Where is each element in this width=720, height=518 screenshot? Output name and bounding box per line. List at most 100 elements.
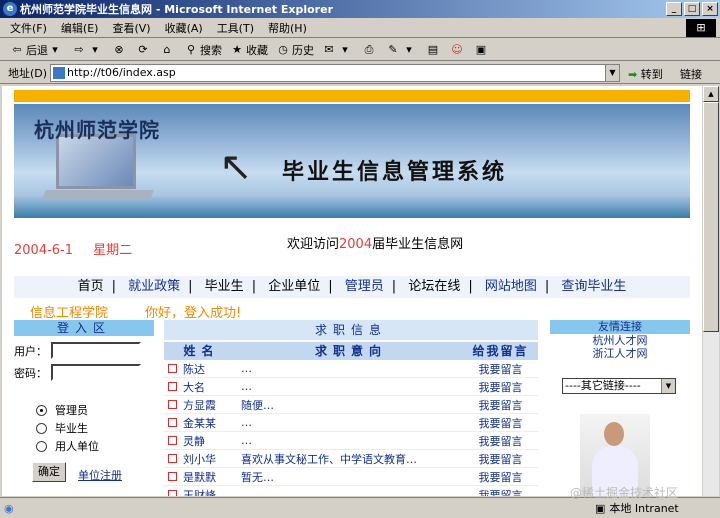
school-name: 杭州师范学院	[34, 118, 160, 142]
menu-favorites[interactable]: 收藏(A)	[165, 20, 203, 36]
current-weekday: 星期二	[93, 243, 133, 258]
job-table-header: 姓名 求职意向 给我留言	[164, 342, 538, 360]
back-button[interactable]: ⇦ 后退 ▾	[10, 42, 64, 58]
scroll-up-icon[interactable]: ▲	[703, 86, 719, 102]
job-name-cell[interactable]: 大名	[164, 379, 239, 395]
leave-message-link[interactable]: 我要留言	[463, 379, 538, 395]
nav-companies[interactable]: 企业单位	[268, 279, 320, 294]
job-name: 灵静	[183, 434, 205, 448]
go-button[interactable]: ➡ 转到	[628, 66, 663, 82]
leave-message-link[interactable]: 我要留言	[463, 487, 538, 497]
tool-button[interactable]: ▣	[474, 43, 490, 57]
nav-sitemap[interactable]: 网站地图	[485, 279, 537, 294]
role-admin-label: 管理员	[55, 404, 88, 417]
job-intent[interactable]: 喜欢从事文秘工作、中学语文教育…	[239, 451, 463, 467]
menu-view[interactable]: 查看(V)	[112, 20, 150, 36]
chevron-down-icon: ▾	[406, 42, 412, 56]
job-intent[interactable]: 暂无…	[239, 469, 463, 485]
role-admin[interactable]: 管理员	[36, 402, 88, 418]
maximize-button[interactable]: □	[684, 2, 700, 16]
stop-icon: ⊗	[114, 42, 124, 56]
messenger-button[interactable]: ☺	[450, 43, 466, 57]
job-intent[interactable]: …	[239, 416, 463, 429]
mail-icon: ✉	[324, 42, 334, 56]
job-name-cell[interactable]: 方显霞	[164, 397, 239, 413]
role-employer-radio[interactable]	[36, 440, 47, 452]
link-zhejiang-talent[interactable]: 浙江人才网	[550, 347, 690, 360]
leave-message-link[interactable]: 我要留言	[463, 415, 538, 431]
nav-policy[interactable]: 就业政策	[128, 279, 180, 294]
refresh-button[interactable]: ⟳	[136, 43, 152, 57]
bullet-square-icon	[168, 382, 177, 391]
username-input[interactable]	[51, 342, 141, 359]
page-viewport: 杭州师范学院 ↖ 毕业生信息管理系统 2004-6-1 星期二 欢迎访问2004…	[2, 86, 702, 496]
nav-graduates[interactable]: 毕业生	[205, 279, 244, 294]
job-row: 金某某 … 我要留言	[164, 414, 538, 432]
stop-button[interactable]: ⊗	[112, 43, 128, 57]
history-icon: ◷	[278, 42, 288, 56]
mail-button[interactable]: ✉ ▾	[322, 43, 354, 57]
username-label: 用户：	[14, 344, 47, 358]
links-button[interactable]: 链接	[680, 66, 702, 82]
job-intent[interactable]: 随便…	[239, 397, 463, 413]
job-intent[interactable]: …	[239, 434, 463, 447]
address-dropdown-icon[interactable]: ▼	[605, 65, 619, 81]
menu-file[interactable]: 文件(F)	[10, 20, 47, 36]
address-input[interactable]: http://t06/index.asp ▼	[50, 64, 620, 82]
job-row: 陈达 … 我要留言	[164, 360, 538, 378]
discuss-button[interactable]: ▤	[426, 43, 442, 57]
employer-register-link[interactable]: 单位注册	[78, 467, 122, 483]
leave-message-link[interactable]: 我要留言	[463, 397, 538, 413]
job-intent[interactable]: …	[239, 380, 463, 393]
job-intent[interactable]: …	[239, 488, 463, 496]
link-hangzhou-talent[interactable]: 杭州人才网	[550, 334, 690, 347]
role-graduate[interactable]: 毕业生	[36, 420, 88, 436]
nav-forum[interactable]: 论坛在线	[408, 279, 460, 294]
menu-edit[interactable]: 编辑(E)	[61, 20, 99, 36]
forward-button[interactable]: ⇨ ▾	[72, 43, 104, 57]
leave-message-link[interactable]: 我要留言	[463, 361, 538, 377]
edit-button[interactable]: ✎ ▾	[386, 43, 418, 57]
refresh-icon: ⟳	[138, 42, 148, 56]
home-button[interactable]: ⌂	[160, 43, 176, 57]
scroll-thumb[interactable]	[703, 102, 719, 332]
status-zone-label: 本地 Intranet	[609, 502, 679, 515]
job-name-cell[interactable]: 灵静	[164, 433, 239, 449]
menu-tools[interactable]: 工具(T)	[217, 20, 254, 36]
window-controls: _ □ ×	[666, 2, 718, 16]
search-button[interactable]: ⚲ 搜索	[184, 42, 222, 58]
login-submit-button[interactable]: 确定	[32, 462, 66, 482]
vertical-scrollbar[interactable]: ▲	[703, 86, 719, 496]
password-label: 密码：	[14, 366, 47, 380]
job-name-cell[interactable]: 王财峰	[164, 487, 239, 497]
menu-help[interactable]: 帮助(H)	[268, 20, 307, 36]
toolbar: ⇦ 后退 ▾ ⇨ ▾ ⊗ ⟳ ⌂ ⚲ 搜索 ★ 收藏 ◷ 历史 ✉ ▾ ⎙ ✎ ▾ …	[0, 39, 720, 61]
job-name-cell[interactable]: 是默默	[164, 469, 239, 485]
system-name: 毕业生信息管理系统	[282, 159, 508, 185]
forward-arrow-icon: ⇨	[74, 42, 84, 56]
job-name-cell[interactable]: 金某某	[164, 415, 239, 431]
other-links-select[interactable]: ----其它链接---- ▼	[562, 378, 676, 394]
role-employer[interactable]: 用人单位	[36, 438, 99, 454]
job-name-cell[interactable]: 陈达	[164, 361, 239, 377]
job-intent[interactable]: …	[239, 362, 463, 375]
login-panel: 登入区 用户： 密码： 管理员 毕业生 用人单位 确定 单位注册	[14, 320, 154, 496]
favorites-button[interactable]: ★ 收藏	[230, 42, 268, 58]
nav-home[interactable]: 首页	[78, 279, 104, 294]
print-button[interactable]: ⎙	[362, 43, 378, 57]
nav-search-graduates[interactable]: 查询毕业生	[561, 279, 626, 294]
job-name: 王财峰	[183, 488, 216, 497]
current-date: 2004-6-1	[14, 243, 74, 258]
nav-admin[interactable]: 管理员	[345, 279, 384, 294]
close-button[interactable]: ×	[702, 2, 718, 16]
leave-message-link[interactable]: 我要留言	[463, 433, 538, 449]
col-name: 姓名	[183, 344, 220, 358]
role-admin-radio[interactable]	[36, 404, 47, 416]
password-input[interactable]	[51, 364, 141, 381]
minimize-button[interactable]: _	[666, 2, 682, 16]
job-name-cell[interactable]: 刘小华	[164, 451, 239, 467]
leave-message-link[interactable]: 我要留言	[463, 469, 538, 485]
role-graduate-radio[interactable]	[36, 422, 47, 434]
history-button[interactable]: ◷ 历史	[276, 42, 314, 58]
leave-message-link[interactable]: 我要留言	[463, 451, 538, 467]
